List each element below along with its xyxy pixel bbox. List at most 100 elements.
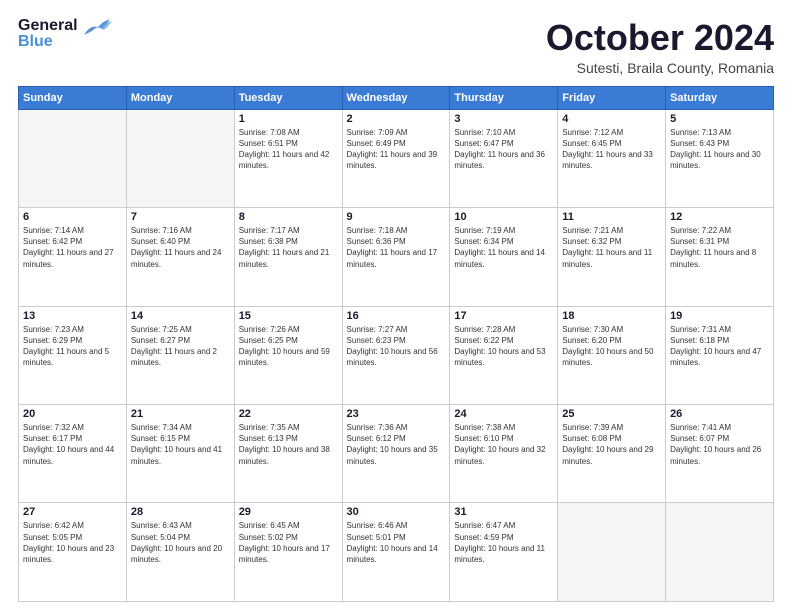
calendar-cell: 15 Sunrise: 7:26 AMSunset: 6:25 PMDayligh… [234, 306, 342, 404]
calendar-cell: 13 Sunrise: 7:23 AMSunset: 6:29 PMDayligh… [19, 306, 127, 404]
calendar-week-row: 20 Sunrise: 7:32 AMSunset: 6:17 PMDayligh… [19, 405, 774, 503]
day-info: Sunrise: 7:32 AMSunset: 6:17 PMDaylight:… [23, 422, 122, 467]
calendar-cell: 26 Sunrise: 7:41 AMSunset: 6:07 PMDayligh… [666, 405, 774, 503]
calendar-cell: 9 Sunrise: 7:18 AMSunset: 6:36 PMDaylight… [342, 208, 450, 306]
calendar-cell: 27 Sunrise: 6:42 AMSunset: 5:05 PMDayligh… [19, 503, 127, 602]
day-info: Sunrise: 7:30 AMSunset: 6:20 PMDaylight:… [562, 324, 661, 369]
day-info: Sunrise: 7:31 AMSunset: 6:18 PMDaylight:… [670, 324, 769, 369]
calendar-cell: 10Sunrise: 7:19 AMSunset: 6:34 PMDayligh… [450, 208, 558, 306]
day-info: Sunrise: 7:27 AMSunset: 6:23 PMDaylight:… [347, 324, 446, 369]
calendar-cell [126, 109, 234, 207]
day-number: 23 [347, 408, 446, 420]
day-info: Sunrise: 7:36 AMSunset: 6:12 PMDaylight:… [347, 422, 446, 467]
day-info: Sunrise: 7:10 AMSunset: 6:47 PMDaylight:… [454, 127, 553, 172]
day-number: 9 [347, 211, 446, 223]
general-blue-logo: General Blue [18, 18, 114, 50]
bird-icon [82, 17, 114, 44]
calendar-cell: 24Sunrise: 7:38 AMSunset: 6:10 PMDayligh… [450, 405, 558, 503]
day-number: 13 [23, 310, 122, 322]
calendar-cell: 3 Sunrise: 7:10 AMSunset: 6:47 PMDaylight… [450, 109, 558, 207]
calendar-week-row: 27 Sunrise: 6:42 AMSunset: 5:05 PMDayligh… [19, 503, 774, 602]
day-info: Sunrise: 6:45 AMSunset: 5:02 PMDaylight:… [239, 520, 338, 565]
calendar-cell: 2 Sunrise: 7:09 AMSunset: 6:49 PMDaylight… [342, 109, 450, 207]
header: General Blue October 2024 Sutesti, Brail… [18, 18, 774, 76]
calendar-week-row: 6Sunrise: 7:14 AMSunset: 6:42 PMDaylight… [19, 208, 774, 306]
page: General Blue October 2024 Sutesti, Brail… [0, 0, 792, 612]
day-info: Sunrise: 7:16 AMSunset: 6:40 PMDaylight:… [131, 225, 230, 270]
day-info: Sunrise: 7:23 AMSunset: 6:29 PMDaylight:… [23, 324, 122, 369]
day-info: Sunrise: 7:13 AMSunset: 6:43 PMDaylight:… [670, 127, 769, 172]
day-number: 2 [347, 113, 446, 125]
day-info: Sunrise: 6:43 AMSunset: 5:04 PMDaylight:… [131, 520, 230, 565]
day-info: Sunrise: 6:42 AMSunset: 5:05 PMDaylight:… [23, 520, 122, 565]
day-info: Sunrise: 7:22 AMSunset: 6:31 PMDaylight:… [670, 225, 769, 270]
day-number: 28 [131, 506, 230, 518]
calendar-cell: 16 Sunrise: 7:27 AMSunset: 6:23 PMDayligh… [342, 306, 450, 404]
weekday-header-cell: Wednesday [342, 86, 450, 109]
day-number: 27 [23, 506, 122, 518]
day-number: 30 [347, 506, 446, 518]
calendar-week-row: 13 Sunrise: 7:23 AMSunset: 6:29 PMDayligh… [19, 306, 774, 404]
logo-word: General Blue [18, 18, 78, 50]
weekday-header-cell: Thursday [450, 86, 558, 109]
day-info: Sunrise: 7:12 AMSunset: 6:45 PMDaylight:… [562, 127, 661, 172]
day-number: 17 [454, 310, 553, 322]
day-number: 14 [131, 310, 230, 322]
day-number: 4 [562, 113, 661, 125]
calendar-cell: 30Sunrise: 6:46 AMSunset: 5:01 PMDayligh… [342, 503, 450, 602]
day-number: 29 [239, 506, 338, 518]
calendar-cell: 25 Sunrise: 7:39 AMSunset: 6:08 PMDayligh… [558, 405, 666, 503]
calendar-cell: 23 Sunrise: 7:36 AMSunset: 6:12 PMDayligh… [342, 405, 450, 503]
day-info: Sunrise: 7:25 AMSunset: 6:27 PMDaylight:… [131, 324, 230, 369]
calendar-cell: 19 Sunrise: 7:31 AMSunset: 6:18 PMDayligh… [666, 306, 774, 404]
day-info: Sunrise: 7:08 AMSunset: 6:51 PMDaylight:… [239, 127, 338, 172]
calendar-cell: 29 Sunrise: 6:45 AMSunset: 5:02 PMDayligh… [234, 503, 342, 602]
day-number: 12 [670, 211, 769, 223]
calendar-cell: 31Sunrise: 6:47 AMSunset: 4:59 PMDayligh… [450, 503, 558, 602]
day-number: 15 [239, 310, 338, 322]
calendar-cell: 28 Sunrise: 6:43 AMSunset: 5:04 PMDayligh… [126, 503, 234, 602]
day-info: Sunrise: 7:17 AMSunset: 6:38 PMDaylight:… [239, 225, 338, 270]
day-number: 21 [131, 408, 230, 420]
day-number: 25 [562, 408, 661, 420]
day-info: Sunrise: 7:09 AMSunset: 6:49 PMDaylight:… [347, 127, 446, 172]
day-info: Sunrise: 7:28 AMSunset: 6:22 PMDaylight:… [454, 324, 553, 369]
day-info: Sunrise: 7:18 AMSunset: 6:36 PMDaylight:… [347, 225, 446, 270]
day-number: 20 [23, 408, 122, 420]
calendar-cell: 7Sunrise: 7:16 AMSunset: 6:40 PMDaylight… [126, 208, 234, 306]
day-number: 18 [562, 310, 661, 322]
subtitle: Sutesti, Braila County, Romania [546, 60, 774, 76]
title-section: October 2024 Sutesti, Braila County, Rom… [546, 18, 774, 76]
calendar-cell: 11Sunrise: 7:21 AMSunset: 6:32 PMDayligh… [558, 208, 666, 306]
calendar-cell: 22Sunrise: 7:35 AMSunset: 6:13 PMDayligh… [234, 405, 342, 503]
calendar-cell: 12 Sunrise: 7:22 AMSunset: 6:31 PMDayligh… [666, 208, 774, 306]
day-info: Sunrise: 6:47 AMSunset: 4:59 PMDaylight:… [454, 520, 553, 565]
month-title: October 2024 [546, 18, 774, 58]
calendar-cell: 17 Sunrise: 7:28 AMSunset: 6:22 PMDayligh… [450, 306, 558, 404]
day-info: Sunrise: 7:41 AMSunset: 6:07 PMDaylight:… [670, 422, 769, 467]
day-number: 8 [239, 211, 338, 223]
weekday-header-cell: Saturday [666, 86, 774, 109]
weekday-header-cell: Friday [558, 86, 666, 109]
weekday-header-cell: Monday [126, 86, 234, 109]
weekday-header-cell: Tuesday [234, 86, 342, 109]
calendar-cell [558, 503, 666, 602]
day-info: Sunrise: 7:26 AMSunset: 6:25 PMDaylight:… [239, 324, 338, 369]
weekday-header-cell: Sunday [19, 86, 127, 109]
day-info: Sunrise: 7:39 AMSunset: 6:08 PMDaylight:… [562, 422, 661, 467]
logo-container: General Blue [18, 18, 114, 50]
day-number: 19 [670, 310, 769, 322]
day-number: 26 [670, 408, 769, 420]
day-number: 3 [454, 113, 553, 125]
day-number: 16 [347, 310, 446, 322]
day-info: Sunrise: 7:14 AMSunset: 6:42 PMDaylight:… [23, 225, 122, 270]
calendar-cell: 18 Sunrise: 7:30 AMSunset: 6:20 PMDayligh… [558, 306, 666, 404]
calendar-cell: 14 Sunrise: 7:25 AMSunset: 6:27 PMDayligh… [126, 306, 234, 404]
day-number: 24 [454, 408, 553, 420]
calendar-week-row: 1Sunrise: 7:08 AMSunset: 6:51 PMDaylight… [19, 109, 774, 207]
day-info: Sunrise: 7:35 AMSunset: 6:13 PMDaylight:… [239, 422, 338, 467]
calendar-cell: 5 Sunrise: 7:13 AMSunset: 6:43 PMDaylight… [666, 109, 774, 207]
calendar-cell: 20 Sunrise: 7:32 AMSunset: 6:17 PMDayligh… [19, 405, 127, 503]
calendar-cell: 21Sunrise: 7:34 AMSunset: 6:15 PMDayligh… [126, 405, 234, 503]
day-number: 5 [670, 113, 769, 125]
